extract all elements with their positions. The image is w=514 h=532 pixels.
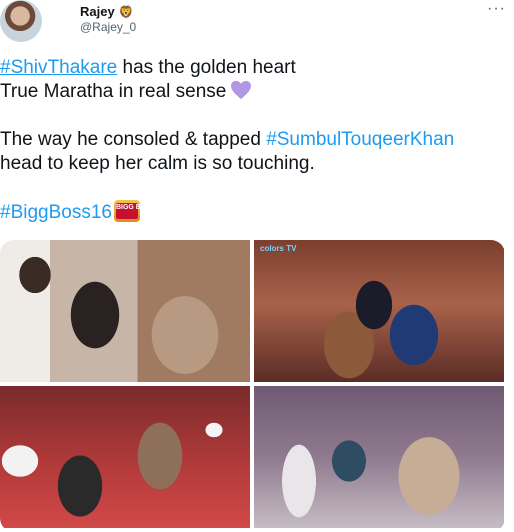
photo-2[interactable]: colors TV	[254, 240, 504, 382]
purple-heart-icon	[231, 80, 252, 100]
hashtag-biggboss16[interactable]: #BiggBoss16	[0, 202, 112, 223]
tweet-line-3: The way he consoled & tapped #SumbulTouq…	[0, 129, 455, 150]
avatar[interactable]	[0, 0, 42, 42]
photo-1[interactable]	[0, 240, 250, 382]
tv-channel-logo: colors TV	[260, 244, 297, 253]
author-name-row: Rajey 🦁	[80, 4, 134, 19]
tweet-line-4: head to keep her calm is so touching.	[0, 153, 315, 174]
photo-4[interactable]	[254, 386, 504, 528]
bigg-boss-logo-icon: BIGG BOSS	[113, 200, 156, 222]
lion-emoji-icon: 🦁	[118, 4, 134, 19]
hashtag-shivthakare[interactable]: #ShivThakare	[0, 57, 117, 78]
more-options-icon[interactable]: ···	[487, 0, 506, 18]
tweet-line-5: #BiggBoss16 BIGG BOSS	[0, 200, 510, 225]
tweet-line-2: True Maratha in real sense	[0, 80, 510, 104]
hashtag-sumbultouqeerkhan[interactable]: #SumbulTouqeerKhan	[266, 129, 454, 150]
photo-3[interactable]	[0, 386, 250, 528]
media-grid[interactable]: colors TV	[0, 240, 505, 532]
tweet-text: #ShivThakare has the golden heart True M…	[0, 56, 510, 225]
display-name[interactable]: Rajey	[80, 4, 115, 19]
author-handle[interactable]: @Rajey_0	[80, 20, 136, 34]
tweet-line-1: #ShivThakare has the golden heart	[0, 57, 296, 78]
